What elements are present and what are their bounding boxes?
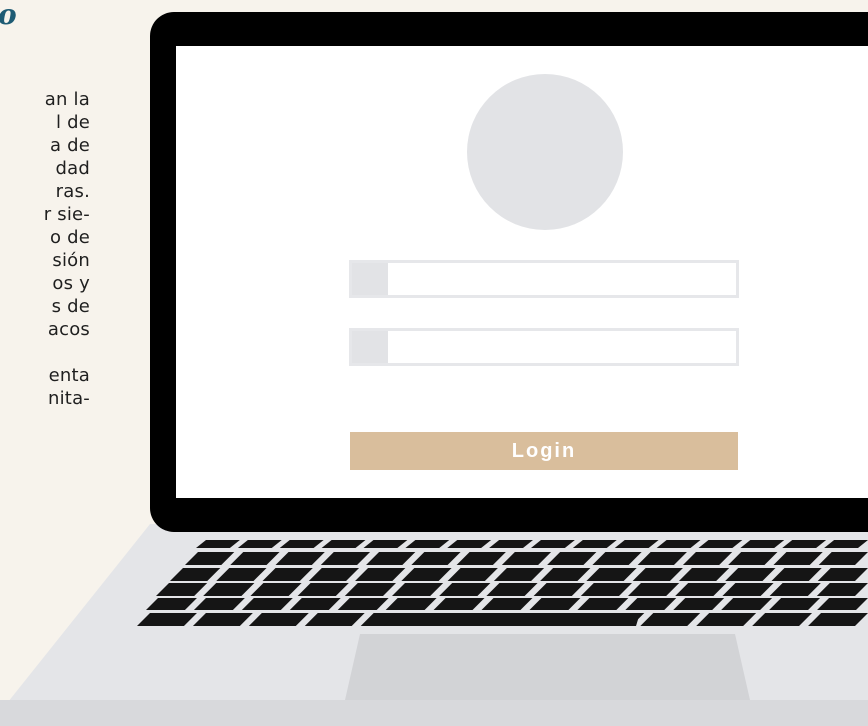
username-field[interactable] <box>349 260 739 298</box>
username-input[interactable] <box>392 263 732 295</box>
spacebar-key <box>384 613 640 626</box>
laptop-deck-edge <box>0 700 868 726</box>
password-field[interactable] <box>349 328 739 366</box>
password-input[interactable] <box>392 331 732 363</box>
trackpad <box>345 634 750 700</box>
login-button[interactable]: Login <box>350 432 738 470</box>
password-field-icon <box>352 331 388 363</box>
scene: o an la l de a de dad ras. r sie- o de s… <box>0 0 868 726</box>
user-avatar-icon <box>467 74 623 230</box>
username-field-icon <box>352 263 388 295</box>
